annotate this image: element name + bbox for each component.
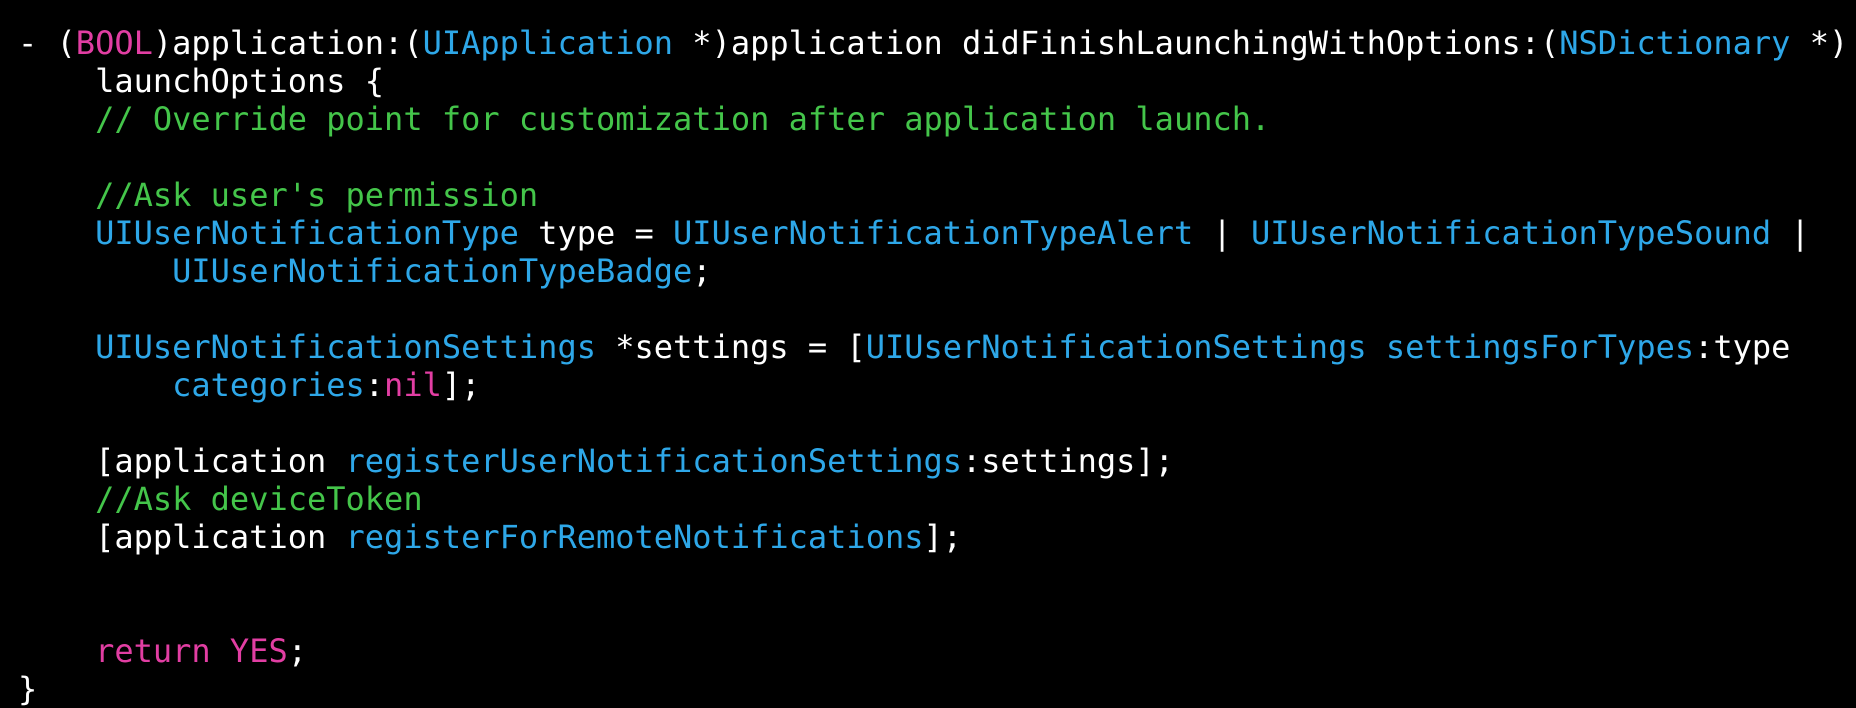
- code-line[interactable]: [application registerUserNotificationSet…: [18, 442, 1856, 480]
- code-line[interactable]: // Override point for customization afte…: [18, 100, 1856, 138]
- code-token-plain: |: [1771, 214, 1810, 252]
- code-token-keyword: return: [95, 632, 211, 670]
- code-line[interactable]: UIUserNotificationType type = UIUserNoti…: [18, 214, 1856, 252]
- code-token-plain: [application: [18, 442, 346, 480]
- code-line[interactable]: launchOptions {: [18, 62, 1856, 100]
- code-token-plain: :settings];: [962, 442, 1174, 480]
- code-token-keyword: YES: [229, 632, 288, 670]
- code-line[interactable]: [18, 594, 1856, 632]
- code-token-method: registerForRemoteNotifications: [345, 518, 924, 556]
- code-token-method: registerUserNotificationSettings: [345, 442, 963, 480]
- code-line[interactable]: [application registerForRemoteNotificati…: [18, 518, 1856, 556]
- code-token-plain: :type: [1694, 328, 1791, 366]
- code-line[interactable]: [18, 556, 1856, 594]
- code-token-plain: ;: [692, 252, 712, 290]
- code-line[interactable]: UIUserNotificationSettings *settings = […: [18, 328, 1856, 366]
- code-token-comment: // Override point for customization afte…: [95, 100, 1271, 138]
- code-token-plain: *)application didFinishLaunchingWithOpti…: [673, 24, 1560, 62]
- code-token-plain: |: [1193, 214, 1251, 252]
- code-line[interactable]: categories:nil];: [18, 366, 1856, 404]
- code-token-plain: - (: [18, 24, 76, 62]
- code-token-type: UIUserNotificationTypeSound: [1251, 214, 1772, 252]
- code-line[interactable]: UIUserNotificationTypeBadge;: [18, 252, 1856, 290]
- code-editor[interactable]: - (BOOL)application:(UIApplication *)app…: [0, 0, 1856, 708]
- code-token-type: UIUserNotificationTypeAlert: [673, 214, 1194, 252]
- code-token-type: UIUserNotificationTypeBadge: [172, 252, 693, 290]
- code-token-type: UIApplication: [422, 24, 674, 62]
- code-token-plain: launchOptions {: [18, 62, 385, 100]
- code-token-plain: *settings = [: [595, 328, 866, 366]
- code-line[interactable]: return YES;: [18, 632, 1856, 670]
- code-token-plain: )application:(: [152, 24, 423, 62]
- code-token-keyword: BOOL: [75, 24, 153, 62]
- code-token-type: UIUserNotificationSettings: [95, 328, 596, 366]
- code-token-plain: [application: [18, 518, 346, 556]
- code-line[interactable]: [18, 290, 1856, 328]
- code-token-plain: }: [18, 670, 38, 708]
- code-line[interactable]: //Ask user's permission: [18, 176, 1856, 214]
- code-line[interactable]: [18, 404, 1856, 442]
- code-token-comment: //Ask user's permission: [95, 176, 539, 214]
- code-token-plain: :: [364, 366, 385, 404]
- code-line[interactable]: [18, 138, 1856, 176]
- code-token-type: NSDictionary: [1559, 24, 1791, 62]
- code-token-keyword: nil: [384, 366, 442, 404]
- code-line[interactable]: //Ask deviceToken: [18, 480, 1856, 518]
- code-token-type: UIUserNotificationType: [95, 214, 519, 252]
- code-token-type: UIUserNotificationSettings: [865, 328, 1367, 366]
- code-token-method: settingsForTypes: [1385, 328, 1695, 366]
- code-line[interactable]: - (BOOL)application:(UIApplication *)app…: [18, 24, 1856, 62]
- code-token-plain: *): [1790, 24, 1849, 62]
- code-token-comment: //Ask deviceToken: [95, 480, 423, 518]
- code-token-plain: ];: [923, 518, 963, 556]
- code-token-method: categories: [172, 366, 365, 404]
- code-token-plain: type =: [518, 214, 674, 252]
- code-line[interactable]: }: [18, 670, 1856, 708]
- code-token-plain: ];: [441, 366, 481, 404]
- code-token-plain: ;: [287, 632, 307, 670]
